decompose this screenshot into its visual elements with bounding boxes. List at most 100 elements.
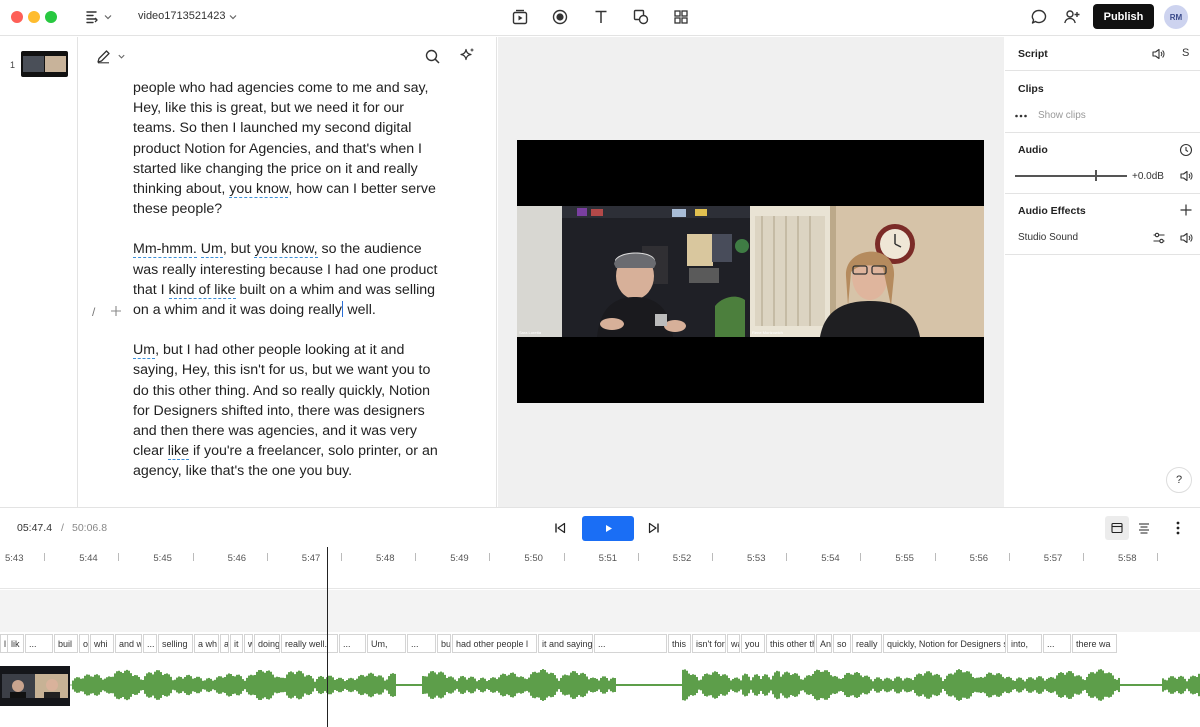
timeline-word[interactable]: into, [1007, 634, 1042, 653]
timeline-word[interactable]: w [244, 634, 253, 653]
chevron-down-icon[interactable] [103, 12, 113, 22]
help-button[interactable]: ? [1166, 467, 1192, 493]
word-track[interactable]: llik...builowhiand w...sellinga whaitwdo… [0, 634, 1200, 653]
timeline-word[interactable]: whi [90, 634, 114, 653]
timeline-word[interactable]: o [79, 634, 89, 653]
more-vertical-icon[interactable] [1171, 520, 1185, 536]
document-menu-icon[interactable] [84, 9, 100, 25]
transcript-paragraph[interactable]: Um, but I had other people looking at it… [133, 340, 443, 481]
timeline-word[interactable]: isn't for us, b [692, 634, 726, 653]
chevron-down-icon[interactable] [117, 52, 126, 61]
timeline-word[interactable]: quickly, Notion for Designers shift [883, 634, 1006, 653]
transcript-body[interactable]: people who had agencies come to me and s… [133, 68, 443, 502]
add-icon[interactable] [1179, 203, 1193, 217]
filler-word[interactable]: like [167, 443, 189, 461]
add-user-icon[interactable] [1063, 8, 1081, 26]
speaker-icon[interactable] [1151, 47, 1165, 61]
transcript-paragraph[interactable]: people who had agencies come to me and s… [133, 78, 443, 219]
skip-forward-icon[interactable] [647, 521, 661, 535]
play-button[interactable] [582, 516, 634, 541]
filler-word[interactable]: Um [200, 241, 223, 259]
timeline-word[interactable]: a wh [194, 634, 219, 653]
shapes-icon[interactable] [632, 8, 650, 26]
window-close-button[interactable] [11, 11, 23, 23]
timeline-word[interactable]: so [833, 634, 851, 653]
clip-thumbnail[interactable] [0, 666, 70, 706]
window-minimize-button[interactable] [28, 11, 40, 23]
timeline-word[interactable]: and w [115, 634, 142, 653]
timeline-word[interactable]: ... [407, 634, 436, 653]
more-dots-icon[interactable] [1014, 109, 1028, 123]
audio-gain-slider[interactable] [1015, 175, 1127, 177]
timeline-word[interactable]: it [230, 634, 243, 653]
window-zoom-button[interactable] [45, 11, 57, 23]
left-speaker-label: Sara Loretta [519, 330, 542, 335]
audio-waveform[interactable] [0, 657, 1200, 727]
timeline-word[interactable]: really well. [281, 634, 338, 653]
filler-word[interactable]: Um [133, 342, 156, 360]
timeline-word[interactable]: ... [339, 634, 366, 653]
pen-icon[interactable] [95, 48, 112, 65]
scene-thumbnail[interactable] [21, 51, 68, 77]
chevron-down-icon[interactable] [228, 12, 238, 22]
record-icon[interactable] [551, 8, 569, 26]
lines-view-icon[interactable] [1137, 521, 1151, 535]
speaker-icon[interactable] [1179, 231, 1193, 245]
timeline-word[interactable]: buil [54, 634, 78, 653]
timeline-word[interactable]: ... [25, 634, 53, 653]
timeline-word[interactable]: it and saying [538, 634, 593, 653]
ruler-tick-label: 5:58 [1118, 553, 1137, 564]
text-tool-icon[interactable] [592, 8, 610, 26]
storyboard-view-button[interactable] [1105, 516, 1129, 540]
video-canvas[interactable]: Sara Loretta Rene Mortzowich [517, 140, 984, 403]
timeline-word[interactable]: ... [143, 634, 157, 653]
timeline-word[interactable]: this [668, 634, 691, 653]
timeline-word[interactable]: ... [1043, 634, 1071, 653]
skip-back-icon[interactable] [553, 521, 567, 535]
timeline[interactable]: 5:43 5:44 5:45 5:46 5:47 5:48 5:49 5:50 5:51 5:52… [0, 547, 1200, 727]
timeline-word[interactable]: had other people l [452, 634, 537, 653]
time-ruler[interactable]: 5:43 5:44 5:45 5:46 5:47 5:48 5:49 5:50 5:51 5:52… [0, 547, 1200, 589]
ai-sparkle-icon[interactable] [458, 47, 476, 65]
comment-icon[interactable] [1030, 8, 1048, 26]
timeline-word[interactable]: you [741, 634, 765, 653]
audio-gain-slider-thumb[interactable] [1094, 170, 1097, 181]
add-icon[interactable] [110, 305, 122, 317]
timeline-word[interactable]: a [220, 634, 229, 653]
timeline-word[interactable]: there wa [1072, 634, 1117, 653]
timeline-word[interactable]: Um, [367, 634, 406, 653]
media-insert-icon[interactable] [511, 8, 529, 26]
timeline-word[interactable]: bu [437, 634, 451, 653]
transcript-paragraph[interactable]: Mm-hmm. Um, but you know, so the audienc… [133, 239, 443, 320]
show-clips-link[interactable]: Show clips [1038, 110, 1086, 121]
filler-word[interactable]: kind of like [168, 281, 236, 299]
sliders-settings-icon[interactable] [1152, 231, 1166, 245]
speaker-icon[interactable] [1179, 169, 1193, 183]
filler-word[interactable]: Mm-hmm. [133, 241, 197, 259]
file-title[interactable]: video1713521423 [138, 10, 225, 22]
timeline-word[interactable]: really [852, 634, 882, 653]
gutter-slash[interactable]: / [92, 305, 95, 319]
timeline-word[interactable]: doing [254, 634, 280, 653]
clips-title: Clips [1018, 83, 1044, 95]
timeline-word[interactable]: lik [7, 634, 24, 653]
timeline-word[interactable]: this other th [766, 634, 815, 653]
empty-track[interactable] [0, 590, 1200, 632]
timeline-word[interactable]: selling [158, 634, 193, 653]
search-icon[interactable] [424, 48, 441, 65]
filler-word[interactable]: you know [229, 181, 289, 199]
timeline-word[interactable]: ... [594, 634, 667, 653]
script-speaker-letter[interactable]: S [1182, 47, 1189, 59]
audio-section: Audio [1005, 133, 1200, 194]
playhead[interactable] [327, 547, 328, 727]
timeline-word[interactable]: An [816, 634, 832, 653]
ruler-tick-label: 5:43 [5, 553, 24, 564]
timeline-word[interactable]: wa [727, 634, 740, 653]
ruler-tick-label: 5:50 [524, 553, 543, 564]
ruler-tick-mark [934, 553, 936, 561]
grid-layout-icon[interactable] [672, 8, 690, 26]
avatar[interactable]: RM [1164, 5, 1188, 29]
filler-word[interactable]: you know, [254, 241, 318, 259]
clock-icon[interactable] [1179, 143, 1193, 157]
publish-button[interactable]: Publish [1093, 4, 1154, 29]
